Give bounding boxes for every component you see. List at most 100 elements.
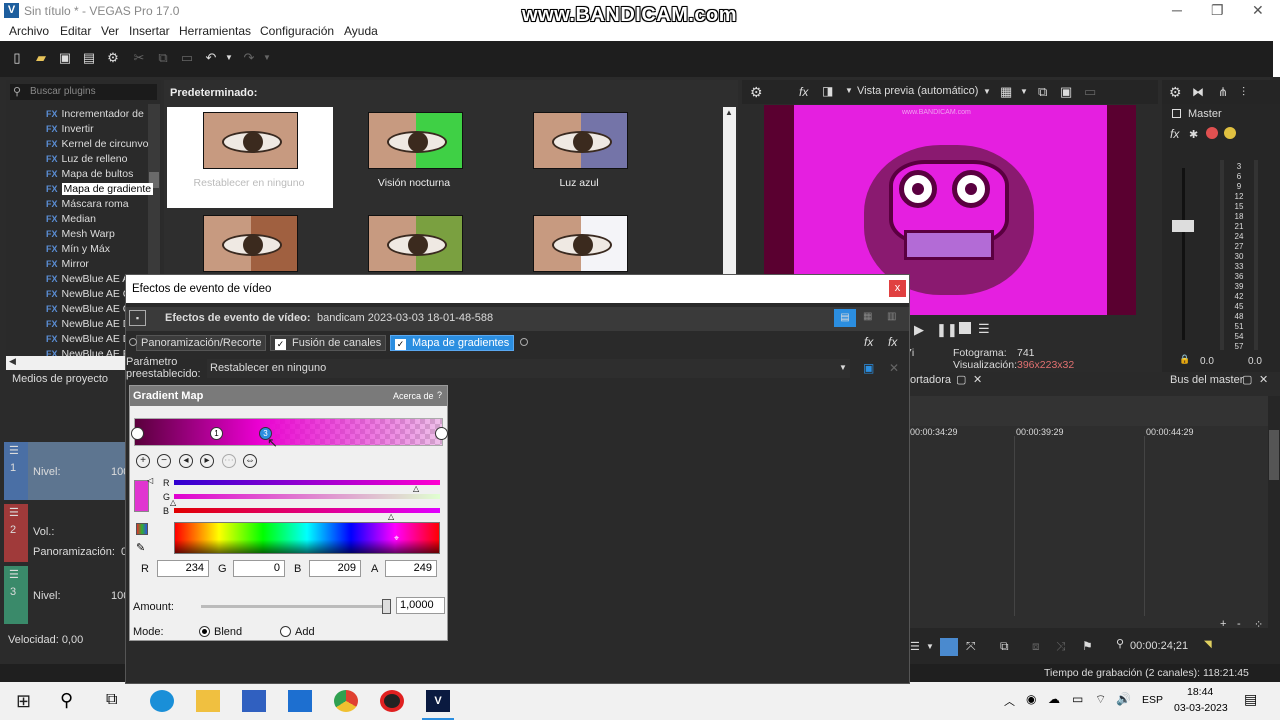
crossfade-icon[interactable]: ⤨	[1056, 639, 1066, 654]
mode-add-label[interactable]: Add	[295, 626, 315, 638]
menu-herramientas[interactable]: Herramientas	[179, 24, 251, 38]
gradient-editor[interactable]: 1 3	[131, 418, 448, 446]
move-stop-right-icon[interactable]: ▸	[200, 454, 214, 468]
chain-gradient-map-button[interactable]: ✓ Mapa de gradientes	[390, 335, 515, 351]
preset-thumb-5[interactable]	[368, 215, 463, 272]
menu-editar[interactable]: Editar	[60, 24, 91, 38]
preset-label-reset[interactable]: Restablecer en ninguno	[169, 177, 329, 189]
about-link[interactable]: Acerca de	[393, 391, 434, 401]
preview-fx-icon[interactable]: fx	[799, 85, 808, 99]
master-mixer-icon[interactable]: ⫶	[1242, 85, 1245, 100]
copy-icon[interactable]: ⧉	[156, 51, 170, 65]
plugin-item[interactable]: FX Mapa de gradiente	[46, 183, 161, 198]
presets-scrollbar[interactable]	[723, 107, 736, 276]
master-fx-icon[interactable]: fx	[1170, 127, 1179, 141]
tray-camera-icon[interactable]: ◉	[1026, 692, 1036, 706]
plugin-item[interactable]: FX Invertir	[46, 123, 161, 138]
a-value-input[interactable]: 249	[385, 560, 437, 577]
about-help-icon[interactable]: ?	[437, 390, 442, 400]
preset-dropdown-icon[interactable]: ▼	[839, 363, 847, 372]
preset-thumb-blue-light[interactable]	[533, 112, 628, 169]
split-dropdown-icon[interactable]: ▼	[845, 86, 853, 95]
scroll-left-icon[interactable]: ◀	[9, 356, 16, 367]
pause-icon[interactable]: ❚❚	[936, 322, 958, 338]
preview-mode-dropdown-icon[interactable]: ▼	[983, 87, 991, 96]
lock-envelopes-icon[interactable]: ⧉	[1000, 639, 1009, 654]
r-slider-thumb[interactable]: △	[413, 484, 419, 493]
project-media-tab[interactable]: Medios de proyecto	[12, 373, 108, 385]
chrome-icon[interactable]	[334, 690, 358, 712]
chain-list-view-icon[interactable]: ▤	[834, 309, 856, 327]
track-2-menu-icon[interactable]: ☰	[9, 506, 19, 519]
properties-gear-icon[interactable]: ⚙	[106, 51, 120, 65]
file-explorer-icon[interactable]	[196, 690, 220, 712]
preset-thumb-night-vision[interactable]	[368, 112, 463, 169]
distribute-stops-icon[interactable]: ⋯	[222, 454, 236, 468]
plugin-item[interactable]: FX Mirror	[46, 258, 161, 273]
gradient-end-stop-right[interactable]	[435, 427, 448, 440]
zoom-in-icon[interactable]: +	[1220, 618, 1226, 630]
copy-snapshot-icon[interactable]: ⧉	[1038, 84, 1047, 100]
b-value-input[interactable]: 209	[309, 560, 361, 577]
play-icon[interactable]: ▶	[914, 322, 924, 338]
tray-cloud-icon[interactable]: ☁	[1048, 692, 1060, 706]
close-window-icon[interactable]: ✕	[1252, 2, 1264, 19]
master-bus-maximize-icon[interactable]: ▢	[1242, 373, 1252, 386]
vegas-taskbar-icon[interactable]: V	[426, 690, 450, 712]
remove-fx-icon[interactable]: fx	[888, 335, 897, 349]
auto-ripple-icon[interactable]: ⤧	[966, 639, 976, 654]
save-icon[interactable]: ▣	[58, 51, 72, 65]
stop-icon[interactable]	[959, 322, 971, 334]
color-spectrum-picker[interactable]	[174, 522, 440, 554]
undo-icon[interactable]: ↶	[204, 51, 218, 65]
b-channel-slider[interactable]	[174, 508, 440, 513]
taskbar-search-icon[interactable]: ⚲	[60, 690, 73, 711]
plugin-item[interactable]: FX Máscara roma	[46, 198, 161, 213]
ignore-grouping-icon[interactable]: ⧈	[1032, 639, 1040, 654]
master-gear-icon[interactable]: ✱	[1189, 128, 1198, 141]
master-fader-handle[interactable]	[1172, 220, 1194, 232]
marker-tool-icon[interactable]: ⚑	[1082, 639, 1093, 653]
chain-channel-blend-checkbox[interactable]: ✓	[275, 339, 286, 350]
master-lock-icon[interactable]: 🔒	[1179, 354, 1190, 365]
bandicam-icon[interactable]	[380, 690, 404, 712]
master-bus-tab-label[interactable]: Bus del master	[1170, 374, 1243, 386]
master-mute-icon[interactable]	[1206, 127, 1218, 139]
plugin-item[interactable]: FX Incrementador de	[46, 108, 161, 123]
dialog-close-button[interactable]: x	[889, 280, 906, 297]
paste-icon[interactable]: ▭	[180, 51, 194, 65]
redo-icon[interactable]: ↷	[242, 51, 256, 65]
tray-wifi-icon[interactable]: ⌔	[1095, 692, 1106, 707]
menu-ver[interactable]: Ver	[101, 24, 119, 38]
menu-insertar[interactable]: Insertar	[129, 24, 170, 38]
gradient-stop-1[interactable]: 1	[210, 427, 223, 440]
grid-overlay-icon[interactable]: ▦	[1000, 84, 1012, 100]
chain-channel-blend-button[interactable]: ✓ Fusión de canales	[270, 335, 387, 351]
reverse-gradient-icon[interactable]: ⇔	[243, 454, 257, 468]
preview-menu-icon[interactable]: ☰	[978, 321, 990, 337]
plugin-item[interactable]: FX Mapa de bultos	[46, 168, 161, 183]
r-value-input[interactable]: 234	[157, 560, 209, 577]
grid-dropdown-icon[interactable]: ▼	[1020, 87, 1028, 96]
track-1-menu-icon[interactable]: ☰	[9, 444, 19, 457]
g-slider-thumb[interactable]: △	[170, 498, 176, 507]
tray-date[interactable]: 03-03-2023	[1174, 702, 1228, 714]
split-screen-icon[interactable]: ◨	[822, 84, 833, 98]
presets-scroll-up-icon[interactable]: ▲	[725, 108, 733, 117]
master-checkbox[interactable]	[1172, 109, 1181, 118]
master-bus-close-icon[interactable]: ✕	[1259, 373, 1268, 386]
master-route-icon[interactable]: ⧓	[1192, 85, 1204, 99]
open-folder-icon[interactable]: ▰	[34, 51, 48, 65]
master-fader-track[interactable]	[1182, 168, 1185, 340]
zoom-out-icon[interactable]: -	[1237, 618, 1241, 630]
chain-pan-crop-button[interactable]: Panoramización/Recorte	[136, 335, 267, 351]
g-channel-slider[interactable]	[174, 494, 440, 499]
preset-label-night-vision[interactable]: Visión nocturna	[334, 177, 494, 189]
move-stop-left-icon[interactable]: ◂	[179, 454, 193, 468]
amount-slider-thumb[interactable]	[382, 599, 391, 614]
notifications-icon[interactable]: ▤	[1244, 691, 1257, 708]
mail-icon[interactable]	[288, 690, 312, 712]
edge-browser-icon[interactable]	[150, 690, 174, 712]
amount-value-input[interactable]: 1,0000	[396, 597, 445, 614]
mode-blend-label[interactable]: Blend	[214, 626, 242, 638]
